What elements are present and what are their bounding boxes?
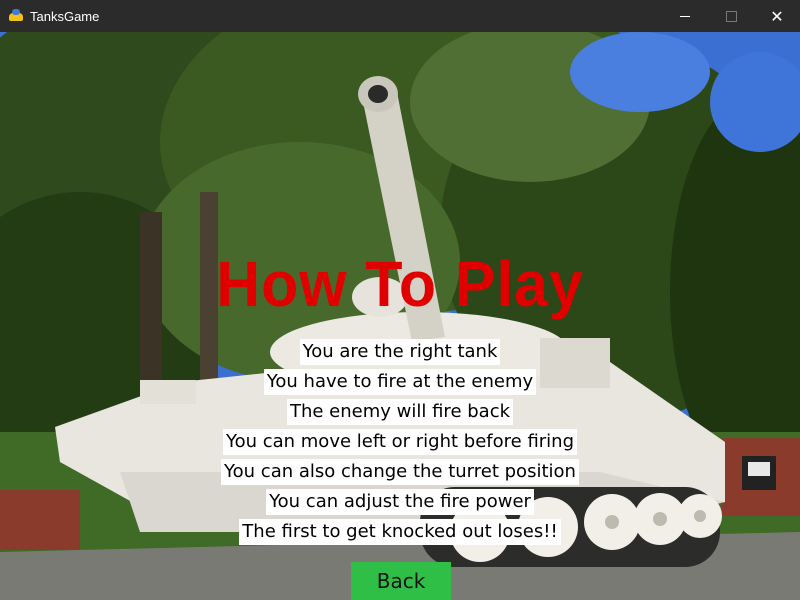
instruction-line: You are the right tank [0,339,800,365]
instruction-line: You can adjust the fire power [0,489,800,515]
instruction-line: The enemy will fire back [0,399,800,425]
maximize-button[interactable] [708,0,754,32]
minimize-button[interactable] [662,0,708,32]
instruction-line: You can also change the turret position [0,459,800,485]
close-button[interactable]: ✕ [754,0,800,32]
window-titlebar: TanksGame ✕ [0,0,800,32]
instruction-line: You have to fire at the enemy [0,369,800,395]
python-icon [9,9,23,23]
minimize-icon [680,15,690,17]
game-canvas: How To Play You are the right tank You h… [0,32,800,600]
instruction-line: The first to get knocked out loses!! [0,519,800,545]
back-button[interactable]: Back [351,562,451,600]
maximize-icon [725,10,737,22]
instruction-line: You can move left or right before firing [0,429,800,455]
window-title: TanksGame [30,8,100,24]
window-controls: ✕ [662,0,800,32]
how-to-play-heading: How To Play [216,248,584,320]
